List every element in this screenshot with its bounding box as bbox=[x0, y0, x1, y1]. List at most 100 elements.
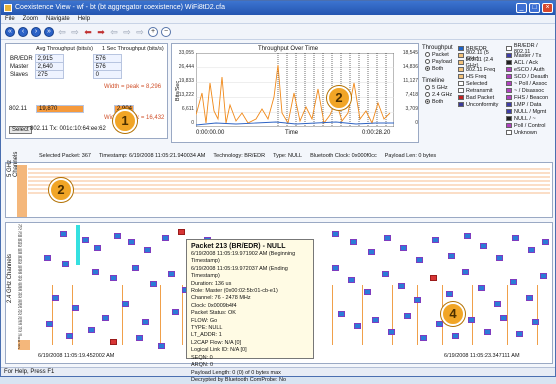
legend-item[interactable]: SCO / Deauth bbox=[506, 73, 554, 80]
menu-zoom[interactable]: Zoom bbox=[23, 15, 38, 23]
menu-file[interactable]: File bbox=[5, 15, 15, 23]
legend-item[interactable]: HS Freq bbox=[458, 73, 503, 80]
packet-marker[interactable] bbox=[388, 329, 395, 335]
next-red-icon[interactable]: ➡ bbox=[96, 27, 106, 37]
packet-marker[interactable] bbox=[168, 271, 175, 277]
minimize-button[interactable]: _ bbox=[516, 3, 527, 13]
packet-marker[interactable] bbox=[448, 253, 455, 259]
radio-payload[interactable] bbox=[425, 59, 430, 64]
packet-marker[interactable] bbox=[72, 305, 79, 311]
packet-marker[interactable] bbox=[364, 289, 371, 295]
packet-marker[interactable] bbox=[432, 237, 439, 243]
packet-marker[interactable] bbox=[532, 319, 539, 325]
packet-marker[interactable] bbox=[464, 233, 471, 239]
packet-marker[interactable] bbox=[526, 295, 533, 301]
packet-marker[interactable] bbox=[420, 335, 427, 341]
legend-item[interactable]: NULL / Mgmt bbox=[506, 108, 554, 115]
packet-marker[interactable] bbox=[162, 235, 169, 241]
packet-marker[interactable] bbox=[82, 237, 89, 243]
packet-marker[interactable] bbox=[338, 311, 345, 317]
packet-marker[interactable] bbox=[484, 329, 491, 335]
packet-marker[interactable] bbox=[416, 257, 423, 263]
packet-marker[interactable] bbox=[122, 301, 129, 307]
legend-item[interactable]: BR/EDR / 802.11 bbox=[506, 43, 554, 55]
packet-marker[interactable] bbox=[446, 291, 453, 297]
packet-marker[interactable] bbox=[102, 315, 109, 321]
packet-marker[interactable] bbox=[480, 243, 487, 249]
zoom-in-icon[interactable]: + bbox=[148, 26, 158, 37]
first-icon[interactable]: « bbox=[5, 26, 15, 37]
packet-marker[interactable] bbox=[110, 339, 117, 345]
legend-item[interactable]: Poll / Control bbox=[506, 122, 554, 129]
packet-marker[interactable] bbox=[500, 315, 507, 321]
packet-marker[interactable] bbox=[354, 323, 361, 329]
packet-marker[interactable] bbox=[542, 239, 549, 245]
packet-marker[interactable] bbox=[178, 229, 185, 235]
packet-marker[interactable] bbox=[110, 275, 117, 281]
packet-marker[interactable] bbox=[430, 275, 437, 281]
packet-marker[interactable] bbox=[94, 245, 101, 251]
packet-marker[interactable] bbox=[496, 255, 503, 261]
packet-marker[interactable] bbox=[510, 279, 517, 285]
packet-marker[interactable] bbox=[384, 235, 391, 241]
packet-marker[interactable] bbox=[382, 271, 389, 277]
packet-marker[interactable] bbox=[52, 295, 59, 301]
packet-marker[interactable] bbox=[348, 277, 355, 283]
prev-red-icon[interactable]: ⬅ bbox=[83, 27, 93, 37]
legend-item[interactable]: Unknown bbox=[506, 129, 554, 136]
legend-item[interactable]: LMP / Data bbox=[506, 101, 554, 108]
legend-item[interactable]: Selected bbox=[458, 80, 503, 87]
packet-marker[interactable] bbox=[494, 301, 501, 307]
last-icon[interactable]: » bbox=[44, 26, 54, 37]
packet-marker[interactable] bbox=[172, 309, 179, 315]
legend-item[interactable]: NULL / ~ bbox=[506, 115, 554, 122]
close-button[interactable]: × bbox=[542, 3, 553, 13]
packet-marker[interactable] bbox=[516, 331, 523, 337]
packet-marker[interactable] bbox=[478, 285, 485, 291]
packet-marker[interactable] bbox=[144, 247, 151, 253]
select-button[interactable]: Select bbox=[9, 126, 32, 134]
packet-marker[interactable] bbox=[158, 343, 165, 349]
packet-marker[interactable] bbox=[512, 235, 519, 241]
radio-timeline-both[interactable] bbox=[425, 99, 430, 104]
radio-24ghz[interactable] bbox=[425, 92, 430, 97]
packet-marker[interactable] bbox=[398, 283, 405, 289]
previous-icon[interactable]: ‹ bbox=[18, 26, 28, 37]
legend-item[interactable]: ~ Poll / Assoc bbox=[506, 80, 554, 87]
packet-marker[interactable] bbox=[136, 335, 143, 341]
menu-navigate[interactable]: Navigate bbox=[46, 15, 70, 23]
packet-marker[interactable] bbox=[400, 245, 407, 251]
packet-marker[interactable] bbox=[332, 231, 339, 237]
packet-marker[interactable] bbox=[436, 321, 443, 327]
packet-marker[interactable] bbox=[46, 321, 53, 327]
packet-marker[interactable] bbox=[414, 297, 421, 303]
packet-marker[interactable] bbox=[66, 333, 73, 339]
zoom-out-icon[interactable]: − bbox=[161, 26, 171, 37]
right-gray-icon[interactable]: ⇨ bbox=[122, 27, 132, 37]
forward-gray-icon[interactable]: ⇨ bbox=[70, 27, 80, 37]
packet-marker[interactable] bbox=[150, 281, 157, 287]
packet-marker[interactable] bbox=[88, 327, 95, 333]
packet-marker[interactable] bbox=[350, 239, 357, 245]
radio-both[interactable] bbox=[425, 66, 430, 71]
packet-marker[interactable] bbox=[462, 269, 469, 275]
packet-marker[interactable] bbox=[528, 247, 535, 253]
packet-marker[interactable] bbox=[142, 319, 149, 325]
throughput-chart[interactable] bbox=[196, 53, 394, 127]
legend-item[interactable]: Retransmit bbox=[458, 87, 503, 94]
legend-item[interactable]: 802.11 (2.4 GHz) bbox=[458, 57, 503, 69]
packet-marker[interactable] bbox=[114, 233, 121, 239]
legend-item[interactable]: Unconformity bbox=[458, 101, 503, 108]
packet-marker[interactable] bbox=[540, 273, 547, 279]
packet-marker[interactable] bbox=[332, 265, 339, 271]
packet-marker[interactable] bbox=[44, 255, 51, 261]
radio-packet[interactable] bbox=[425, 52, 430, 57]
packet-marker[interactable] bbox=[92, 269, 99, 275]
legend-item[interactable]: Bad Packet bbox=[458, 94, 503, 101]
left-gray-icon[interactable]: ⇦ bbox=[109, 27, 119, 37]
packet-marker[interactable] bbox=[372, 317, 379, 323]
packet-marker[interactable] bbox=[368, 249, 375, 255]
packet-marker[interactable] bbox=[60, 231, 67, 237]
radio-5ghz[interactable] bbox=[425, 85, 430, 90]
legend-item[interactable]: FHS / Beacon bbox=[506, 94, 554, 101]
